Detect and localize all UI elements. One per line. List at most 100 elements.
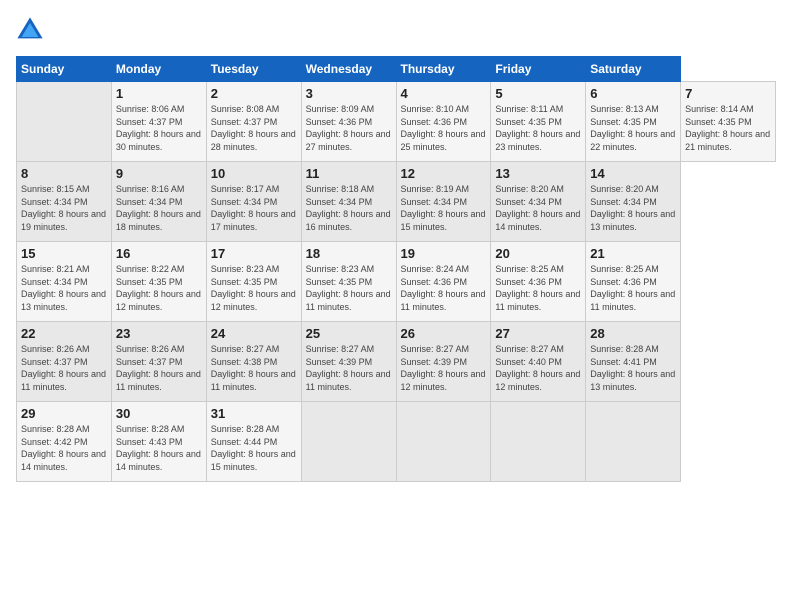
day-cell: 15 Sunrise: 8:21 AMSunset: 4:34 PMDaylig… bbox=[17, 242, 112, 322]
day-cell: 12 Sunrise: 8:19 AMSunset: 4:34 PMDaylig… bbox=[396, 162, 491, 242]
day-info: Sunrise: 8:15 AMSunset: 4:34 PMDaylight:… bbox=[21, 184, 106, 232]
header-cell-sunday: Sunday bbox=[17, 57, 112, 82]
day-number: 2 bbox=[211, 86, 297, 101]
day-cell: 21 Sunrise: 8:25 AMSunset: 4:36 PMDaylig… bbox=[586, 242, 681, 322]
day-number: 29 bbox=[21, 406, 107, 421]
day-info: Sunrise: 8:28 AMSunset: 4:42 PMDaylight:… bbox=[21, 424, 106, 472]
header-cell-friday: Friday bbox=[491, 57, 586, 82]
day-number: 23 bbox=[116, 326, 202, 341]
day-number: 26 bbox=[401, 326, 487, 341]
week-row-1: 8 Sunrise: 8:15 AMSunset: 4:34 PMDayligh… bbox=[17, 162, 776, 242]
day-info: Sunrise: 8:25 AMSunset: 4:36 PMDaylight:… bbox=[495, 264, 580, 312]
day-cell: 1 Sunrise: 8:06 AMSunset: 4:37 PMDayligh… bbox=[111, 82, 206, 162]
day-info: Sunrise: 8:28 AMSunset: 4:44 PMDaylight:… bbox=[211, 424, 296, 472]
day-number: 13 bbox=[495, 166, 581, 181]
day-info: Sunrise: 8:23 AMSunset: 4:35 PMDaylight:… bbox=[306, 264, 391, 312]
day-number: 3 bbox=[306, 86, 392, 101]
week-row-3: 22 Sunrise: 8:26 AMSunset: 4:37 PMDaylig… bbox=[17, 322, 776, 402]
day-info: Sunrise: 8:28 AMSunset: 4:43 PMDaylight:… bbox=[116, 424, 201, 472]
header-cell-tuesday: Tuesday bbox=[206, 57, 301, 82]
day-info: Sunrise: 8:18 AMSunset: 4:34 PMDaylight:… bbox=[306, 184, 391, 232]
calendar-table: SundayMondayTuesdayWednesdayThursdayFrid… bbox=[16, 56, 776, 482]
calendar-body: 1 Sunrise: 8:06 AMSunset: 4:37 PMDayligh… bbox=[17, 82, 776, 482]
day-info: Sunrise: 8:17 AMSunset: 4:34 PMDaylight:… bbox=[211, 184, 296, 232]
day-info: Sunrise: 8:16 AMSunset: 4:34 PMDaylight:… bbox=[116, 184, 201, 232]
day-info: Sunrise: 8:08 AMSunset: 4:37 PMDaylight:… bbox=[211, 104, 296, 152]
day-number: 12 bbox=[401, 166, 487, 181]
day-info: Sunrise: 8:09 AMSunset: 4:36 PMDaylight:… bbox=[306, 104, 391, 152]
day-cell: 8 Sunrise: 8:15 AMSunset: 4:34 PMDayligh… bbox=[17, 162, 112, 242]
day-info: Sunrise: 8:20 AMSunset: 4:34 PMDaylight:… bbox=[590, 184, 675, 232]
day-info: Sunrise: 8:26 AMSunset: 4:37 PMDaylight:… bbox=[116, 344, 201, 392]
day-cell: 2 Sunrise: 8:08 AMSunset: 4:37 PMDayligh… bbox=[206, 82, 301, 162]
day-cell: 9 Sunrise: 8:16 AMSunset: 4:34 PMDayligh… bbox=[111, 162, 206, 242]
day-number: 28 bbox=[590, 326, 676, 341]
day-info: Sunrise: 8:27 AMSunset: 4:39 PMDaylight:… bbox=[306, 344, 391, 392]
day-number: 5 bbox=[495, 86, 581, 101]
day-number: 22 bbox=[21, 326, 107, 341]
day-number: 9 bbox=[116, 166, 202, 181]
day-info: Sunrise: 8:27 AMSunset: 4:38 PMDaylight:… bbox=[211, 344, 296, 392]
day-info: Sunrise: 8:27 AMSunset: 4:39 PMDaylight:… bbox=[401, 344, 486, 392]
day-number: 16 bbox=[116, 246, 202, 261]
logo bbox=[16, 16, 48, 44]
day-info: Sunrise: 8:24 AMSunset: 4:36 PMDaylight:… bbox=[401, 264, 486, 312]
day-cell bbox=[491, 402, 586, 482]
day-cell: 28 Sunrise: 8:28 AMSunset: 4:41 PMDaylig… bbox=[586, 322, 681, 402]
header bbox=[16, 16, 776, 44]
main-container: SundayMondayTuesdayWednesdayThursdayFrid… bbox=[0, 0, 792, 490]
day-info: Sunrise: 8:19 AMSunset: 4:34 PMDaylight:… bbox=[401, 184, 486, 232]
day-info: Sunrise: 8:26 AMSunset: 4:37 PMDaylight:… bbox=[21, 344, 106, 392]
day-cell: 23 Sunrise: 8:26 AMSunset: 4:37 PMDaylig… bbox=[111, 322, 206, 402]
day-number: 17 bbox=[211, 246, 297, 261]
day-cell: 18 Sunrise: 8:23 AMSunset: 4:35 PMDaylig… bbox=[301, 242, 396, 322]
calendar-header-row: SundayMondayTuesdayWednesdayThursdayFrid… bbox=[17, 57, 776, 82]
day-cell bbox=[301, 402, 396, 482]
day-cell: 22 Sunrise: 8:26 AMSunset: 4:37 PMDaylig… bbox=[17, 322, 112, 402]
day-number: 15 bbox=[21, 246, 107, 261]
day-cell: 29 Sunrise: 8:28 AMSunset: 4:42 PMDaylig… bbox=[17, 402, 112, 482]
day-cell: 24 Sunrise: 8:27 AMSunset: 4:38 PMDaylig… bbox=[206, 322, 301, 402]
day-cell bbox=[17, 82, 112, 162]
day-info: Sunrise: 8:28 AMSunset: 4:41 PMDaylight:… bbox=[590, 344, 675, 392]
day-cell: 7 Sunrise: 8:14 AMSunset: 4:35 PMDayligh… bbox=[681, 82, 776, 162]
day-cell: 4 Sunrise: 8:10 AMSunset: 4:36 PMDayligh… bbox=[396, 82, 491, 162]
day-number: 10 bbox=[211, 166, 297, 181]
day-info: Sunrise: 8:06 AMSunset: 4:37 PMDaylight:… bbox=[116, 104, 201, 152]
day-cell: 16 Sunrise: 8:22 AMSunset: 4:35 PMDaylig… bbox=[111, 242, 206, 322]
day-number: 11 bbox=[306, 166, 392, 181]
header-cell-monday: Monday bbox=[111, 57, 206, 82]
day-info: Sunrise: 8:20 AMSunset: 4:34 PMDaylight:… bbox=[495, 184, 580, 232]
day-cell: 17 Sunrise: 8:23 AMSunset: 4:35 PMDaylig… bbox=[206, 242, 301, 322]
day-cell: 31 Sunrise: 8:28 AMSunset: 4:44 PMDaylig… bbox=[206, 402, 301, 482]
day-cell: 30 Sunrise: 8:28 AMSunset: 4:43 PMDaylig… bbox=[111, 402, 206, 482]
day-info: Sunrise: 8:22 AMSunset: 4:35 PMDaylight:… bbox=[116, 264, 201, 312]
day-number: 31 bbox=[211, 406, 297, 421]
day-cell: 26 Sunrise: 8:27 AMSunset: 4:39 PMDaylig… bbox=[396, 322, 491, 402]
day-info: Sunrise: 8:14 AMSunset: 4:35 PMDaylight:… bbox=[685, 104, 770, 152]
day-cell: 5 Sunrise: 8:11 AMSunset: 4:35 PMDayligh… bbox=[491, 82, 586, 162]
day-cell: 11 Sunrise: 8:18 AMSunset: 4:34 PMDaylig… bbox=[301, 162, 396, 242]
day-number: 7 bbox=[685, 86, 771, 101]
header-cell-thursday: Thursday bbox=[396, 57, 491, 82]
day-cell: 13 Sunrise: 8:20 AMSunset: 4:34 PMDaylig… bbox=[491, 162, 586, 242]
day-info: Sunrise: 8:23 AMSunset: 4:35 PMDaylight:… bbox=[211, 264, 296, 312]
day-number: 30 bbox=[116, 406, 202, 421]
day-cell: 10 Sunrise: 8:17 AMSunset: 4:34 PMDaylig… bbox=[206, 162, 301, 242]
day-cell bbox=[396, 402, 491, 482]
day-number: 14 bbox=[590, 166, 676, 181]
day-cell: 14 Sunrise: 8:20 AMSunset: 4:34 PMDaylig… bbox=[586, 162, 681, 242]
day-cell: 27 Sunrise: 8:27 AMSunset: 4:40 PMDaylig… bbox=[491, 322, 586, 402]
day-number: 20 bbox=[495, 246, 581, 261]
day-number: 8 bbox=[21, 166, 107, 181]
day-cell: 25 Sunrise: 8:27 AMSunset: 4:39 PMDaylig… bbox=[301, 322, 396, 402]
day-cell: 3 Sunrise: 8:09 AMSunset: 4:36 PMDayligh… bbox=[301, 82, 396, 162]
day-number: 4 bbox=[401, 86, 487, 101]
day-cell bbox=[586, 402, 681, 482]
day-info: Sunrise: 8:13 AMSunset: 4:35 PMDaylight:… bbox=[590, 104, 675, 152]
day-number: 6 bbox=[590, 86, 676, 101]
header-cell-saturday: Saturday bbox=[586, 57, 681, 82]
day-number: 24 bbox=[211, 326, 297, 341]
day-info: Sunrise: 8:27 AMSunset: 4:40 PMDaylight:… bbox=[495, 344, 580, 392]
day-info: Sunrise: 8:10 AMSunset: 4:36 PMDaylight:… bbox=[401, 104, 486, 152]
